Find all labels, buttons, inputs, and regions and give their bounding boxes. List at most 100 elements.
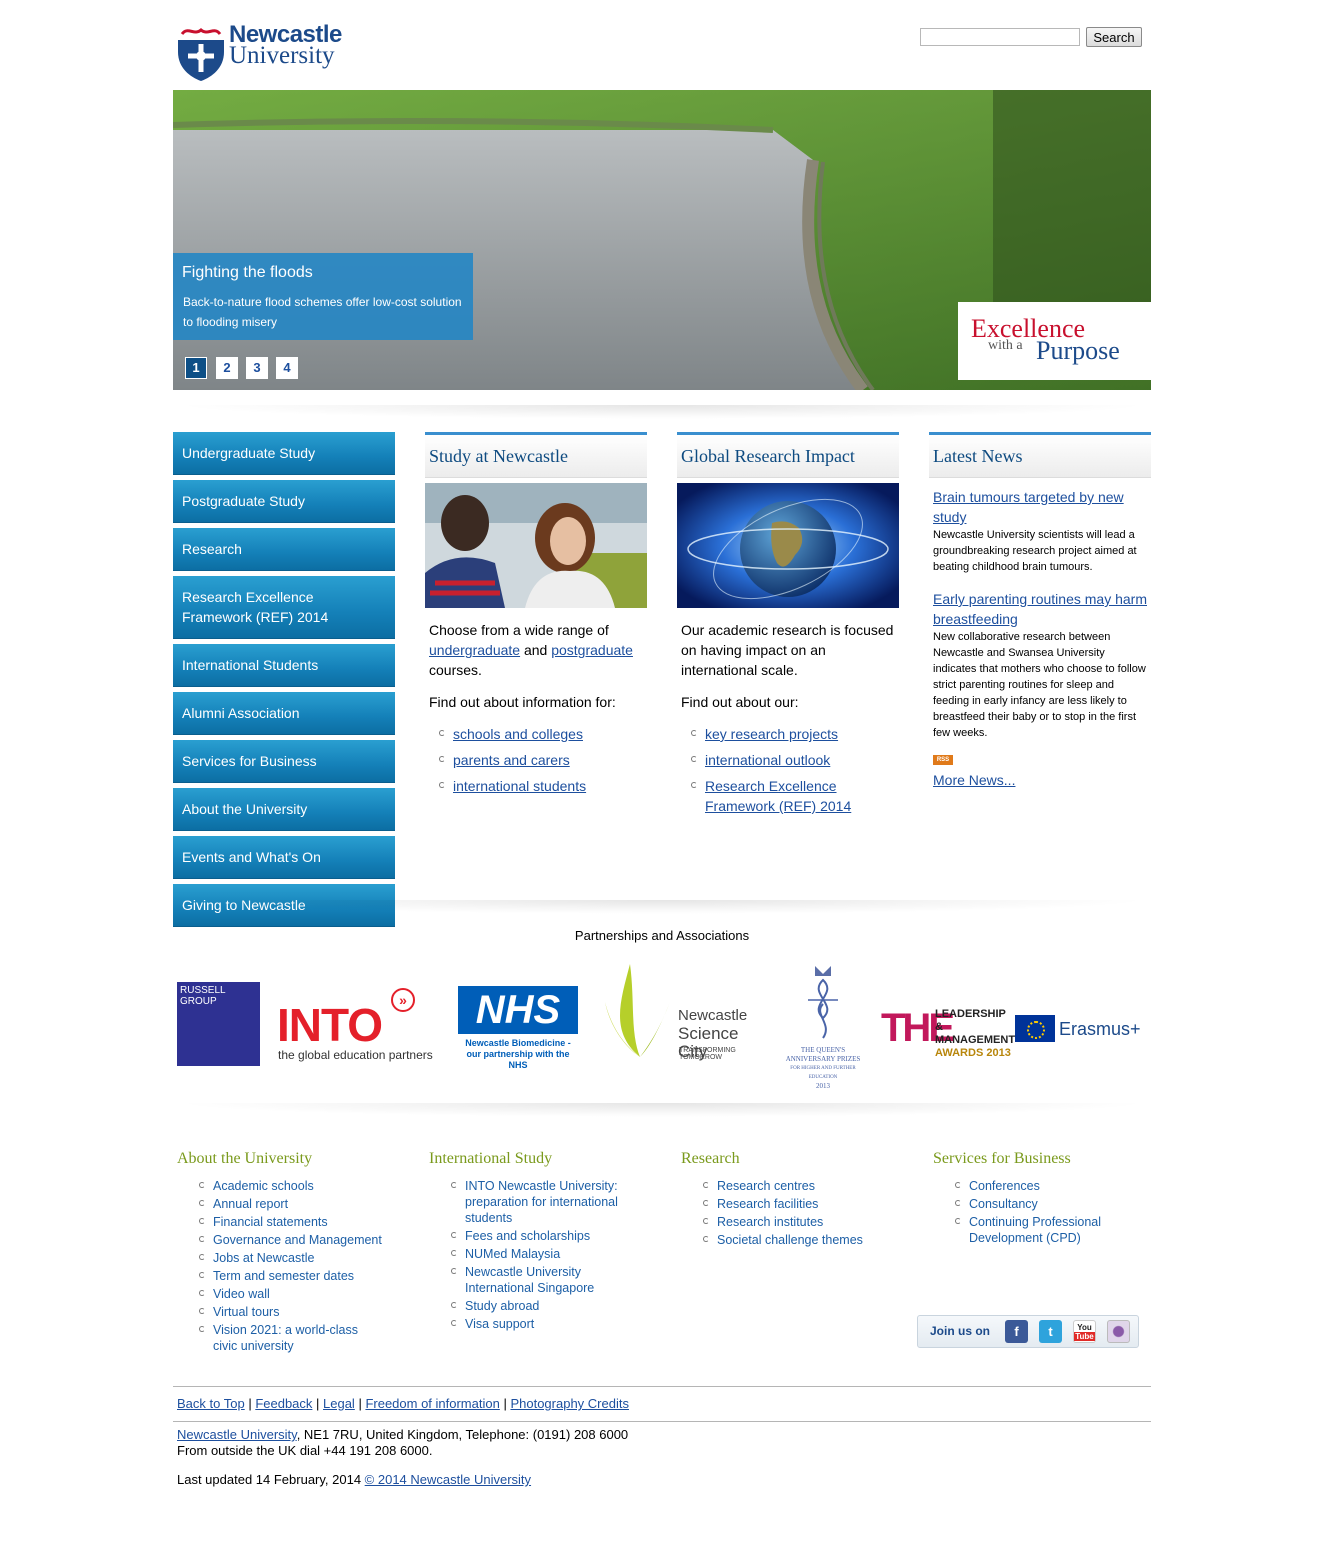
search-button[interactable]: Search (1086, 27, 1142, 47)
study-find-out: Find out about information for: (429, 694, 616, 710)
foi-link[interactable]: Freedom of information (365, 1396, 499, 1411)
news-title-2[interactable]: Early parenting routines may harm breast… (933, 589, 1147, 629)
slide-button-2[interactable]: 2 (216, 357, 238, 379)
footer-link[interactable]: Fees and scholarships (451, 1228, 647, 1244)
divider (173, 405, 1151, 419)
back-to-top-link[interactable]: Back to Top (177, 1396, 245, 1411)
footer-link[interactable]: Academic schools (199, 1178, 395, 1194)
address-overseas: From outside the UK dial +44 191 208 600… (177, 1443, 433, 1458)
undergraduate-link[interactable]: undergraduate (429, 642, 520, 658)
key-research-link[interactable]: key research projects (705, 726, 838, 742)
footer-link[interactable]: Jobs at Newcastle (199, 1250, 395, 1266)
footer-link[interactable]: Virtual tours (199, 1304, 395, 1320)
nav-business[interactable]: Services for Business (173, 740, 395, 783)
news-heading-box: Latest News (929, 432, 1151, 478)
into-logo[interactable]: INTO » the global education partners (277, 986, 442, 1066)
youtube-tube: Tube (1074, 1332, 1095, 1341)
nav-international[interactable]: International Students (173, 644, 395, 687)
copyright-link[interactable]: © 2014 Newcastle University (365, 1472, 531, 1487)
nav-undergraduate[interactable]: Undergraduate Study (173, 432, 395, 475)
footer-research-heading: Research (681, 1150, 740, 1167)
footer-link[interactable]: Financial statements (199, 1214, 395, 1230)
photo-credits-link[interactable]: Photography Credits (510, 1396, 629, 1411)
university-home-link[interactable]: Newcastle University (177, 1427, 297, 1442)
footer-link[interactable]: Governance and Management (199, 1232, 395, 1248)
footer-link[interactable]: Research centres (703, 1178, 899, 1194)
postgraduate-link[interactable]: postgraduate (551, 642, 633, 658)
excellence-badge: Excellence with a Purpose (958, 302, 1151, 380)
crest-icon (178, 24, 224, 81)
more-news-link[interactable]: More News... (933, 772, 1147, 788)
list-item: key research projects (691, 724, 895, 744)
hero-title[interactable]: Fighting the floods (182, 264, 313, 282)
news-heading: Latest News (933, 446, 1023, 466)
left-navigation: Undergraduate Study Postgraduate Study R… (173, 432, 395, 932)
facebook-icon[interactable]: f (1005, 1320, 1028, 1343)
slide-button-1[interactable]: 1 (185, 357, 207, 379)
footer-divider (173, 1421, 1151, 1422)
last-updated-text: Last updated 14 February, 2014 (177, 1472, 365, 1487)
study-intro: Choose from a wide range of undergraduat… (429, 620, 643, 680)
the-awards-logo[interactable]: THE LEADERSHIP & MANAGEMENT AWARDS 2013 (881, 1006, 1015, 1059)
russell-group-logo[interactable]: RUSSELL GROUP (177, 982, 260, 1066)
hero-slideshow[interactable]: Fighting the floods Back-to-nature flood… (173, 90, 1151, 390)
nhs-text: NHS (458, 986, 578, 1034)
news-column: Latest News Brain tumours targeted by ne… (929, 432, 1151, 788)
list-item: international students (439, 776, 643, 796)
footer-link[interactable]: Study abroad (451, 1298, 647, 1314)
international-students-link[interactable]: international students (453, 778, 586, 794)
schools-link[interactable]: schools and colleges (453, 726, 583, 742)
science-city-name1: Newcastle (678, 1007, 748, 1024)
nav-events[interactable]: Events and What's On (173, 836, 395, 879)
legal-link[interactable]: Legal (323, 1396, 355, 1411)
queens-prize-logo[interactable]: THE QUEEN'S ANNIVERSARY PRIZES FOR HIGHE… (778, 964, 868, 1090)
nhs-logo[interactable]: NHS Newcastle Biomedicine - our partners… (458, 986, 580, 1070)
footer-link[interactable]: Annual report (199, 1196, 395, 1212)
last-updated: Last updated 14 February, 2014 © 2014 Ne… (177, 1472, 531, 1488)
news-title-1[interactable]: Brain tumours targeted by new study (933, 487, 1147, 527)
hero-caption[interactable]: Fighting the floods Back-to-nature flood… (173, 253, 473, 340)
erasmus-logo[interactable]: Erasmus+ (1015, 1014, 1150, 1044)
footer-link[interactable]: Vision 2021: a world-class civic univers… (199, 1322, 383, 1354)
rss-icon[interactable]: RSS (933, 755, 953, 765)
footer-link[interactable]: Research facilities (703, 1196, 899, 1212)
footer-link[interactable]: INTO Newcastle University: preparation f… (451, 1178, 647, 1226)
footer-link[interactable]: NUMed Malaysia (451, 1246, 647, 1262)
nav-ref-2014[interactable]: Research Excellence Framework (REF) 2014 (173, 576, 395, 639)
slide-button-3[interactable]: 3 (246, 357, 268, 379)
globe-image (677, 483, 899, 608)
university-logo[interactable]: Newcastle University (176, 21, 356, 84)
ref-2014-link[interactable]: Research Excellence Framework (REF) 2014 (705, 778, 851, 814)
nav-postgraduate[interactable]: Postgraduate Study (173, 480, 395, 523)
itunes-icon[interactable] (1107, 1320, 1130, 1343)
slide-button-4[interactable]: 4 (276, 357, 298, 379)
footer-link[interactable]: Visa support (451, 1316, 647, 1332)
footer-link[interactable]: Video wall (199, 1286, 395, 1302)
search-input[interactable] (920, 28, 1080, 46)
youtube-icon[interactable]: You Tube (1073, 1320, 1096, 1343)
footer-link[interactable]: Continuing Professional Development (CPD… (955, 1214, 1151, 1246)
footer-link[interactable]: Research institutes (703, 1214, 899, 1230)
join-us-label: Join us on (930, 1324, 990, 1338)
parents-link[interactable]: parents and carers (453, 752, 570, 768)
footer-link[interactable]: Newcastle University International Singa… (451, 1264, 615, 1296)
twitter-icon[interactable]: t (1039, 1320, 1062, 1343)
footer-link[interactable]: Term and semester dates (199, 1268, 395, 1284)
science-city-logo[interactable]: Newcastle Science City TRANSFORMING TOMO… (600, 962, 766, 1062)
nav-research[interactable]: Research (173, 528, 395, 571)
queens-line1: THE QUEEN'S (800, 1046, 846, 1054)
study-intro-text: Choose from a wide range of (429, 622, 609, 638)
international-outlook-link[interactable]: international outlook (705, 752, 830, 768)
footer-about-heading: About the University (177, 1150, 313, 1167)
footer-link[interactable]: Conferences (955, 1178, 1151, 1194)
study-heading: Study at Newcastle (429, 446, 568, 466)
nav-alumni[interactable]: Alumni Association (173, 692, 395, 735)
feedback-link[interactable]: Feedback (255, 1396, 312, 1411)
footer-link[interactable]: Societal challenge themes (703, 1232, 899, 1248)
separator: | (499, 1396, 511, 1411)
study-heading-box: Study at Newcastle (425, 432, 647, 478)
queens-prize-text: THE QUEEN'S ANNIVERSARY PRIZES FOR HIGHE… (778, 1046, 868, 1091)
footer-link[interactable]: Consultancy (955, 1196, 1151, 1212)
nav-about[interactable]: About the University (173, 788, 395, 831)
research-heading: Global Research Impact (681, 446, 855, 466)
